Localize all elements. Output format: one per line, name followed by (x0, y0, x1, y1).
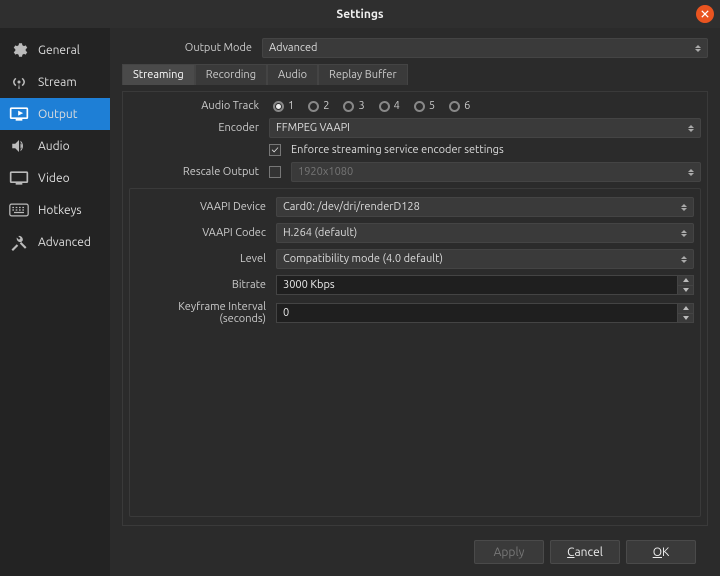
vaapi-device-value: Card0: /dev/dri/renderD128 (283, 201, 420, 213)
chevron-up-icon (683, 306, 689, 310)
chevron-down-icon (683, 288, 689, 292)
bitrate-spinner[interactable]: 3000 Kbps (276, 275, 694, 295)
enforce-label: Enforce streaming service encoder settin… (291, 144, 504, 156)
tools-icon (8, 231, 30, 253)
sidebar-item-label: Video (38, 172, 70, 185)
sidebar-item-output[interactable]: Output (0, 98, 110, 130)
chevron-updown-icon (679, 253, 689, 265)
close-icon (701, 10, 709, 18)
sidebar-item-label: Audio (38, 140, 70, 153)
tab-replay-buffer[interactable]: Replay Buffer (318, 64, 408, 85)
sidebar-item-label: Advanced (38, 236, 91, 249)
enforce-checkbox[interactable] (269, 144, 281, 156)
sidebar-item-label: Stream (38, 76, 77, 89)
vaapi-device-select[interactable]: Card0: /dev/dri/renderD128 (276, 197, 694, 217)
rescale-select[interactable]: 1920x1080 (291, 162, 701, 182)
vaapi-codec-value: H.264 (default) (283, 227, 357, 239)
audio-track-4[interactable]: 4 (379, 100, 400, 112)
keyboard-icon (8, 199, 30, 221)
keyframe-value[interactable]: 0 (276, 303, 678, 323)
output-mode-select[interactable]: Advanced (262, 38, 708, 58)
output-mode-value: Advanced (269, 42, 317, 54)
streaming-panel: Audio Track 1 2 3 4 5 6 Encoder FFMPEG V… (122, 91, 708, 526)
level-select[interactable]: Compatibility mode (4.0 default) (276, 249, 694, 269)
audio-track-6[interactable]: 6 (449, 100, 470, 112)
radio-icon (273, 101, 284, 112)
vaapi-codec-label: VAAPI Codec (136, 227, 270, 239)
rescale-label: Rescale Output (129, 166, 263, 178)
spin-down-button[interactable] (678, 314, 693, 323)
tab-recording[interactable]: Recording (195, 64, 267, 85)
bitrate-label: Bitrate (136, 279, 270, 291)
close-button[interactable] (696, 5, 714, 23)
output-mode-label: Output Mode (122, 42, 256, 54)
sidebar-item-general[interactable]: General (0, 34, 110, 66)
sidebar-item-hotkeys[interactable]: Hotkeys (0, 194, 110, 226)
tab-audio[interactable]: Audio (267, 64, 318, 85)
keyframe-spinner[interactable]: 0 (276, 303, 694, 323)
radio-icon (414, 101, 425, 112)
chevron-down-icon (683, 316, 689, 320)
titlebar: Settings (0, 0, 720, 28)
audio-icon (8, 135, 30, 157)
ok-button[interactable]: OK (626, 540, 696, 564)
rescale-checkbox[interactable] (269, 166, 281, 178)
audio-track-2[interactable]: 2 (308, 100, 329, 112)
tab-streaming[interactable]: Streaming (122, 64, 195, 85)
spin-up-button[interactable] (678, 276, 693, 286)
settings-window: Settings General Stream Output Audio (0, 0, 720, 576)
sidebar-item-advanced[interactable]: Advanced (0, 226, 110, 258)
broadcast-icon (8, 71, 30, 93)
chevron-updown-icon (679, 227, 689, 239)
chevron-updown-icon (686, 122, 696, 134)
keyframe-label: Keyframe Interval (seconds) (136, 301, 270, 325)
radio-icon (449, 101, 460, 112)
radio-icon (308, 101, 319, 112)
audio-track-5[interactable]: 5 (414, 100, 435, 112)
cancel-button[interactable]: Cancel (550, 540, 620, 564)
radio-icon (379, 101, 390, 112)
gear-icon (8, 39, 30, 61)
sidebar-item-label: Output (38, 108, 77, 121)
sidebar-item-label: General (38, 44, 80, 57)
chevron-updown-icon (693, 42, 703, 54)
radio-icon (343, 101, 354, 112)
audio-track-1[interactable]: 1 (273, 100, 294, 112)
encoder-settings-group: VAAPI Device Card0: /dev/dri/renderD128 … (129, 188, 701, 517)
chevron-updown-icon (686, 166, 696, 178)
encoder-label: Encoder (129, 122, 263, 134)
dialog-footer: Apply Cancel OK (122, 532, 708, 572)
spin-up-button[interactable] (678, 304, 693, 314)
video-icon (8, 167, 30, 189)
vaapi-device-label: VAAPI Device (136, 201, 270, 213)
rescale-value: 1920x1080 (298, 166, 353, 178)
level-label: Level (136, 253, 270, 265)
audio-track-3[interactable]: 3 (343, 100, 364, 112)
chevron-updown-icon (679, 201, 689, 213)
sidebar: General Stream Output Audio Video Hotkey… (0, 28, 110, 576)
chevron-up-icon (683, 278, 689, 282)
output-icon (8, 103, 30, 125)
window-title: Settings (336, 8, 383, 21)
encoder-value: FFMPEG VAAPI (276, 122, 350, 134)
sidebar-item-video[interactable]: Video (0, 162, 110, 194)
main-panel: Output Mode Advanced Streaming Recording… (110, 28, 720, 576)
bitrate-value[interactable]: 3000 Kbps (276, 275, 678, 295)
spin-down-button[interactable] (678, 286, 693, 295)
audio-track-label: Audio Track (129, 100, 263, 112)
encoder-select[interactable]: FFMPEG VAAPI (269, 118, 701, 138)
level-value: Compatibility mode (4.0 default) (283, 253, 443, 265)
vaapi-codec-select[interactable]: H.264 (default) (276, 223, 694, 243)
apply-button[interactable]: Apply (474, 540, 544, 564)
output-tabs: Streaming Recording Audio Replay Buffer (122, 64, 708, 85)
sidebar-item-stream[interactable]: Stream (0, 66, 110, 98)
sidebar-item-label: Hotkeys (38, 204, 82, 217)
sidebar-item-audio[interactable]: Audio (0, 130, 110, 162)
